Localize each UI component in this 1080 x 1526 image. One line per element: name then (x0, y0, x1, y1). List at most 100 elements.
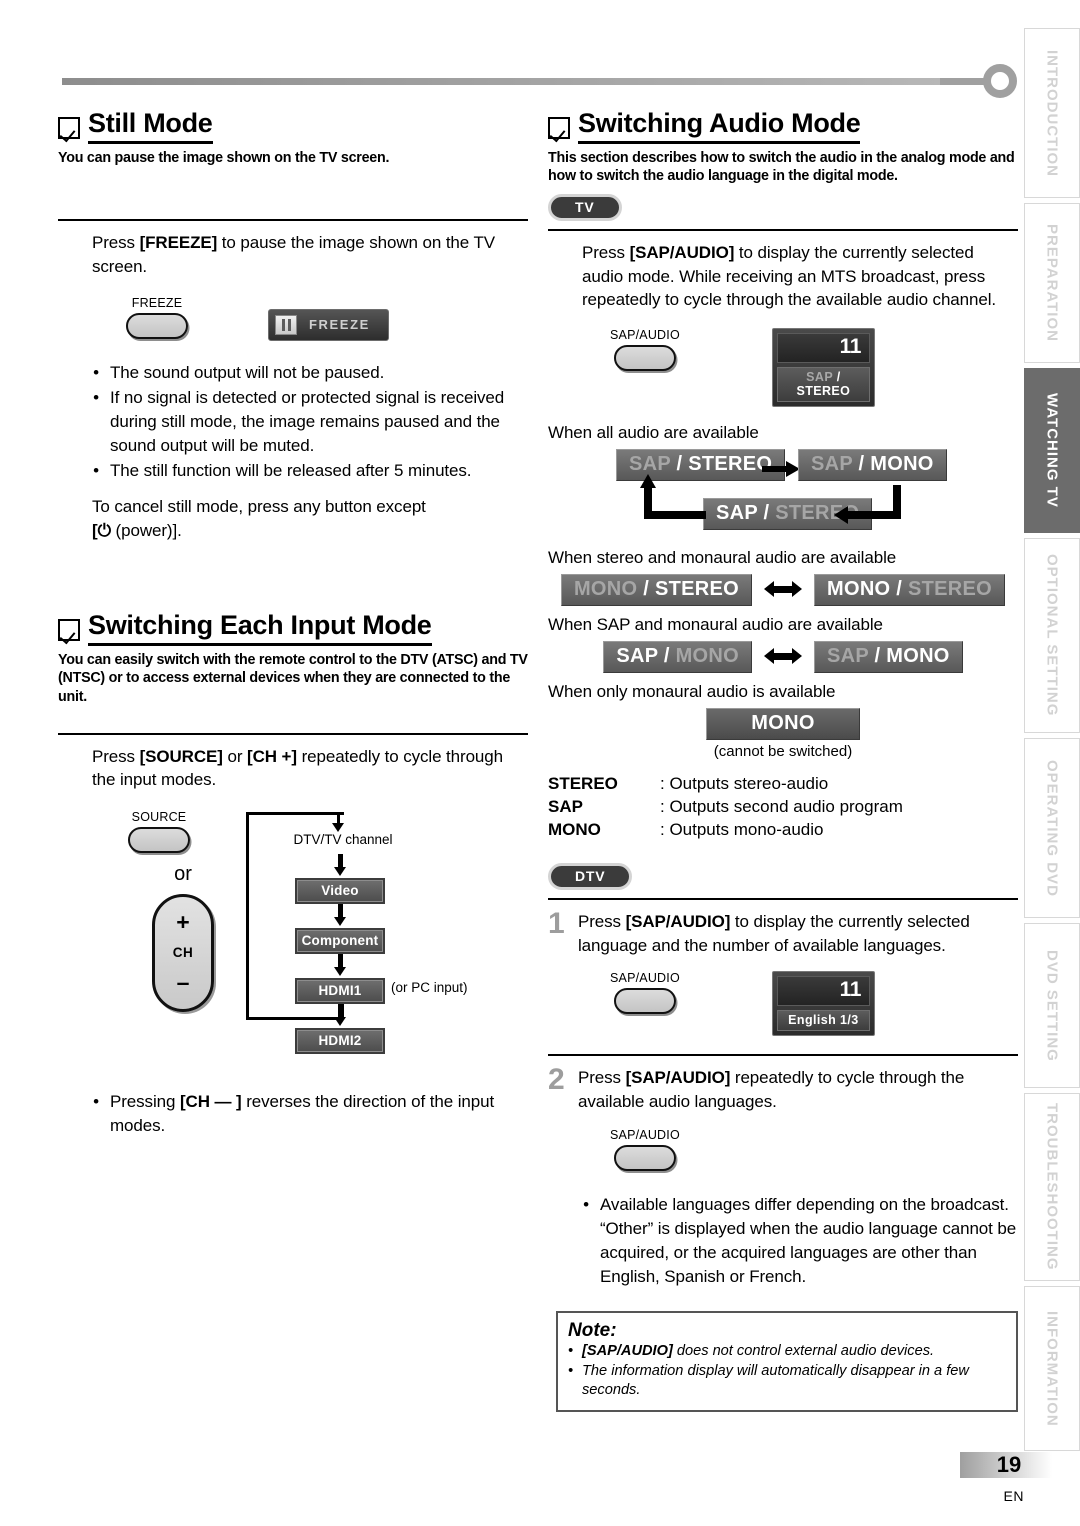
dtv-mode-badge: DTV (548, 863, 633, 891)
chip-right-text: MONO (870, 452, 934, 475)
source-button-shape[interactable] (128, 826, 190, 853)
still-mode-bullets: • The sound output will not be paused. • I… (92, 361, 528, 484)
flow-arrow (308, 953, 372, 976)
sidebar-tab-dvd-setting[interactable]: DVD SETTING (1024, 923, 1080, 1088)
sidebar-tab-operating-dvd[interactable]: OPERATING DVD (1024, 738, 1080, 918)
source-key-label: [SOURCE] (139, 746, 223, 766)
header-circle-ornament (983, 64, 1017, 98)
pause-icon (275, 314, 297, 335)
step-1-text: Press [SAP/AUDIO] to display the current… (578, 910, 1018, 957)
sap-audio-button-shape[interactable] (613, 1144, 676, 1171)
sidebar-tab-troubleshooting[interactable]: TROUBLESHOOTING (1024, 1093, 1080, 1281)
loop-entry-arrowhead (332, 822, 344, 832)
definition-key: MONO (548, 820, 601, 840)
mono-only-group: MONO (cannot be switched) (548, 707, 1018, 760)
section-input-mode: Switching Each Input Mode You can easily… (58, 610, 528, 1139)
pair-sap-mono: SAP / MONO SAP / MONO (548, 640, 1018, 673)
sap-audio-button-caption: SAP/AUDIO (610, 971, 680, 986)
cycle-elbow-right-horizontal (845, 510, 901, 519)
bullet-text: Available languages differ depending on … (600, 1194, 1017, 1287)
instruction-prefix: Press (582, 243, 630, 263)
case-mono-only-label: When only monaural audio is available (548, 681, 836, 701)
sap-audio-key-label: [SAP/AUDIO] (625, 912, 731, 932)
note-item-suffix: does not control external audio devices. (672, 1343, 935, 1360)
chip-left-text: SAP (629, 452, 671, 475)
sap-audio-button-shape[interactable] (613, 988, 676, 1015)
cycle-elbow-right-arrowhead (834, 505, 848, 524)
audio-mode-definitions: STEREO: Outputs stereo-audio SAP: Output… (548, 772, 1018, 841)
input-mode-title: Switching Each Input Mode (88, 610, 432, 646)
ch-plus-label: + (176, 909, 190, 936)
sap-audio-remote-button[interactable]: SAP/AUDIO (610, 1128, 680, 1171)
tv-mode-badge: TV (548, 194, 622, 222)
bullet-text: Pressing [CH — ] reverses the direction … (110, 1090, 528, 1138)
flow-arrow (308, 903, 372, 926)
osd-channel-number: 11 (776, 332, 870, 363)
still-mode-subtitle: You can pause the image shown on the TV … (58, 149, 390, 166)
source-remote-button[interactable]: SOURCE (128, 810, 190, 853)
checkbox-icon (58, 117, 80, 139)
cycle-elbow-left-vertical (644, 484, 652, 519)
power-icon: ⏻ (97, 520, 111, 540)
mono-cannot-switch-note: (cannot be switched) (713, 742, 853, 760)
header-rule (62, 78, 940, 85)
tv-section-divider (548, 229, 1018, 232)
freeze-osd-box: FREEZE (268, 308, 389, 341)
flow-item-hdmi1: HDMI1 (295, 977, 385, 1004)
ch-label: CH (172, 945, 194, 961)
tab-label: WATCHING TV (1043, 393, 1061, 508)
chip-left-text: SAP (716, 501, 758, 524)
case-all-audio-label: When all audio are available (548, 422, 759, 442)
sap-audio-remote-button[interactable]: SAP/AUDIO (610, 971, 680, 1015)
bullet-item: • If no signal is detected or protected s… (92, 386, 528, 458)
checkbox-icon (58, 619, 80, 641)
ch-minus-key-label: [CH — ] (179, 1091, 242, 1111)
tab-label: INFORMATION (1043, 1310, 1061, 1427)
freeze-osd: FREEZE (268, 308, 389, 341)
case-stereo-mono-label: When stereo and monaural audio are avail… (548, 547, 897, 567)
loop-line-bottom (246, 1016, 344, 1020)
step-2-number: 2 (548, 1063, 565, 1097)
still-mode-heading: Still Mode (58, 108, 528, 144)
input-mode-flowchart: DTV/TV channel Video Component HDMI1 (or… (238, 808, 488, 1054)
cycle-chip-2: SAP / MONO (798, 448, 947, 481)
pair-arrow-bidirectional (764, 580, 802, 599)
chip-left-text: MONO (573, 577, 638, 600)
sap-audio-key-label: [SAP/AUDIO] (625, 1068, 731, 1088)
step-2-divider (548, 1054, 1018, 1057)
step-prefix: Press (578, 912, 626, 932)
sap-audio-button-caption: SAP/AUDIO (610, 327, 680, 342)
sap-audio-remote-button[interactable]: SAP/AUDIO (610, 328, 680, 371)
audio-osd: 11 SAP / STEREO (771, 327, 875, 407)
note-text: The information display will automatical… (582, 1362, 969, 1399)
pair-chip-left: MONO / STEREO (560, 573, 752, 606)
language-code: EN (1003, 1488, 1024, 1504)
freeze-button-shape[interactable] (126, 313, 188, 340)
chip-right-text: STEREO (654, 577, 739, 600)
loop-line-top (246, 811, 344, 815)
language-osd-box: 11 English 1/3 (771, 971, 875, 1037)
sidebar-tab-watching-tv[interactable]: WATCHING TV (1024, 368, 1080, 533)
cycle-elbow-left-horizontal (644, 510, 706, 519)
osd-audio-mode: SAP / STEREO (776, 366, 870, 402)
bullet-text: The still function will be released afte… (110, 461, 472, 481)
power-suffix: (power)]. (110, 520, 182, 540)
sidebar-tab-optional-setting[interactable]: OPTIONAL SETTING (1024, 538, 1080, 733)
input-mode-instruction: Press [SOURCE] or [CH +] repeatedly to c… (92, 745, 528, 792)
sidebar-tab-preparation[interactable]: PREPARATION (1024, 203, 1080, 363)
sidebar-tab-introduction[interactable]: INTRODUCTION (1024, 28, 1080, 198)
ch-rocker-button[interactable]: + CH – (152, 893, 214, 1012)
chip-right-text: MONO (675, 644, 739, 667)
freeze-key-label: [FREEZE] (139, 233, 218, 253)
sap-audio-button-shape[interactable] (613, 344, 676, 371)
dtv-section-divider (548, 898, 1018, 901)
loop-line-left (246, 811, 249, 1020)
note-item: • The information display will automatica… (568, 1362, 1006, 1401)
remote-controls-group: SOURCE or + CH – (58, 808, 238, 1012)
bullet-prefix: Pressing (110, 1091, 180, 1111)
sidebar-tab-information[interactable]: INFORMATION (1024, 1286, 1080, 1451)
freeze-remote-button[interactable]: FREEZE (126, 296, 188, 340)
pair-stereo-mono: MONO / STEREO MONO / STEREO (548, 573, 1018, 606)
tv-instruction: Press [SAP/AUDIO] to display the current… (582, 241, 1018, 312)
cycle-elbow-left-arrowhead (640, 473, 656, 488)
